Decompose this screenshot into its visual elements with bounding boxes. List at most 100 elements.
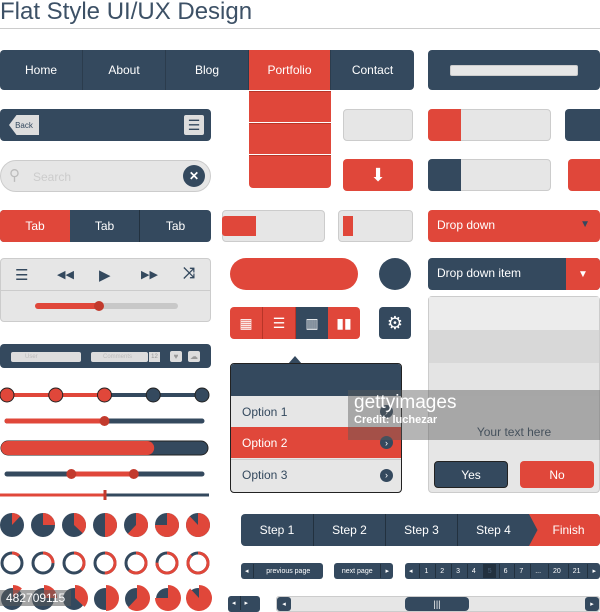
arrow-buttons: ◂ ▸ — [228, 596, 260, 612]
next-label: next page — [341, 567, 373, 575]
hamburger-icon[interactable]: ☰ — [184, 115, 204, 135]
watermark-credit: Credit: luchezar — [354, 414, 438, 426]
tagged-input[interactable] — [338, 210, 413, 242]
slider-knob — [99, 416, 110, 426]
back-button[interactable]: Back — [9, 115, 39, 135]
gray-button[interactable] — [343, 109, 413, 141]
page-number[interactable]: 21 — [567, 564, 585, 578]
page-title: Flat Style UI/UX Design — [0, 0, 253, 25]
rewind-icon[interactable]: ◀◀ — [57, 268, 74, 281]
search-icon: ⚲ — [9, 167, 20, 184]
dropdown[interactable]: Drop down ▼ — [428, 210, 600, 242]
play-icon[interactable]: ▶ — [99, 266, 111, 284]
page-number[interactable]: 6 — [498, 564, 512, 578]
exploded-pie-slice — [155, 585, 181, 611]
pie-slice — [105, 513, 117, 537]
page-number[interactable]: 5 — [482, 564, 496, 578]
page-number[interactable]: 2 — [435, 564, 448, 578]
chevron-down-icon: ▼ — [566, 258, 600, 290]
tab-1[interactable]: Tab — [0, 210, 70, 242]
dropdown-label: Drop down — [437, 218, 496, 232]
watermark: gettyimages Credit: luchezar — [348, 390, 600, 440]
option-label: Option 1 — [242, 404, 288, 419]
step-3[interactable]: Step 3 — [385, 514, 457, 546]
page-numbers: ◂ 1 2 3 4 5 6 7... 20 21 ▸ — [405, 563, 600, 579]
view-toggle: ▦ ☰ ▥ ▮▮ — [230, 307, 360, 339]
next-page-button[interactable]: next page ▸ — [334, 563, 393, 579]
close-icon[interactable]: ✕ — [183, 165, 205, 187]
tagged-input[interactable] — [428, 159, 551, 191]
right-arrow[interactable]: ▸ — [239, 596, 253, 610]
seek-bar[interactable] — [35, 301, 178, 311]
list-icon[interactable]: ☰ — [15, 266, 28, 284]
dropdown-label: Drop down item — [437, 266, 522, 280]
page-next-icon[interactable]: ▸ — [587, 564, 600, 578]
step-1[interactable]: Step 1 — [241, 514, 313, 546]
scroll-thumb[interactable]: ||| — [405, 597, 469, 611]
barcode-icon[interactable]: ▮▮ — [328, 307, 360, 339]
comment-count: 12 — [149, 352, 160, 362]
watermark-id: 482709115 — [0, 590, 72, 606]
heart-icon[interactable]: ♥ — [170, 351, 182, 362]
step-4[interactable]: Step 4 — [457, 514, 529, 546]
page-number[interactable]: 7 — [514, 564, 527, 578]
yes-button[interactable]: Yes — [434, 461, 508, 488]
progress-fill — [1, 441, 155, 455]
comments-input[interactable]: Comments — [91, 352, 148, 362]
scrollbar[interactable]: ◂ ||| ▸ — [276, 596, 600, 612]
nav-portfolio[interactable]: Portfolio — [249, 50, 331, 90]
tagged-input[interactable] — [428, 109, 551, 141]
shuffle-icon[interactable]: ⤨ — [183, 265, 195, 282]
tab-2[interactable]: Tab — [70, 210, 140, 242]
step-dot — [0, 387, 15, 403]
chevron-right-icon: › — [380, 468, 393, 482]
grid-view-icon[interactable]: ▦ — [230, 307, 263, 339]
ring-base — [0, 551, 24, 575]
option-label: Option 3 — [242, 468, 288, 482]
step-2[interactable]: Step 2 — [313, 514, 385, 546]
no-button[interactable]: No — [520, 461, 594, 488]
exploded-pie-slice — [106, 585, 119, 611]
circle-button[interactable] — [379, 258, 411, 290]
page-number[interactable]: 3 — [451, 564, 464, 578]
nav-blog[interactable]: Blog — [166, 50, 249, 90]
nav-contact[interactable]: Contact — [331, 50, 414, 90]
submenu-item[interactable] — [249, 91, 331, 122]
search-input[interactable] — [450, 65, 578, 76]
column-view-icon[interactable]: ▥ — [296, 307, 328, 339]
tab-3[interactable]: Tab — [140, 210, 211, 242]
left-arrow[interactable]: ◂ — [228, 596, 240, 610]
nav-home[interactable]: Home — [0, 50, 83, 90]
comment-bar: User Comments 12 ♥ ☁ — [0, 344, 211, 368]
dropdown-item[interactable]: Drop down item ▼ — [428, 258, 600, 290]
side-tab[interactable] — [568, 159, 600, 191]
page-prev-icon[interactable]: ◂ — [405, 564, 417, 578]
cloud-icon[interactable]: ☁ — [188, 351, 200, 362]
side-tab[interactable] — [565, 109, 600, 141]
tab-bar: Tab Tab Tab — [0, 210, 211, 242]
scroll-right-icon[interactable]: ▸ — [585, 597, 599, 611]
search-field[interactable]: ⚲ Search ✕ — [0, 160, 211, 192]
sliders[interactable] — [0, 380, 215, 505]
tagged-input[interactable] — [222, 210, 325, 242]
page-number[interactable]: 4 — [466, 564, 480, 578]
range-knob — [66, 469, 77, 479]
previous-page-button[interactable]: ◂ previous page — [241, 563, 323, 579]
step-dot — [48, 387, 64, 403]
list-view-icon[interactable]: ☰ — [263, 307, 296, 339]
download-icon[interactable]: ⬇ — [343, 159, 413, 191]
user-input[interactable]: User — [11, 352, 81, 362]
pie-slice — [43, 513, 55, 525]
step-finish[interactable]: Finish — [529, 514, 600, 546]
page-number[interactable]: ... — [530, 564, 545, 578]
gear-icon[interactable]: ⚙ — [379, 307, 411, 339]
submenu-item[interactable] — [249, 123, 331, 154]
pill-button[interactable] — [230, 258, 358, 290]
scroll-left-icon[interactable]: ◂ — [277, 597, 291, 611]
page-number[interactable]: 20 — [548, 564, 565, 578]
fast-forward-icon[interactable]: ▶▶ — [141, 268, 158, 281]
submenu-item[interactable] — [249, 155, 331, 188]
option-3[interactable]: Option 3 › — [231, 459, 401, 490]
page-number[interactable]: 1 — [419, 564, 432, 578]
nav-about[interactable]: About — [83, 50, 166, 90]
